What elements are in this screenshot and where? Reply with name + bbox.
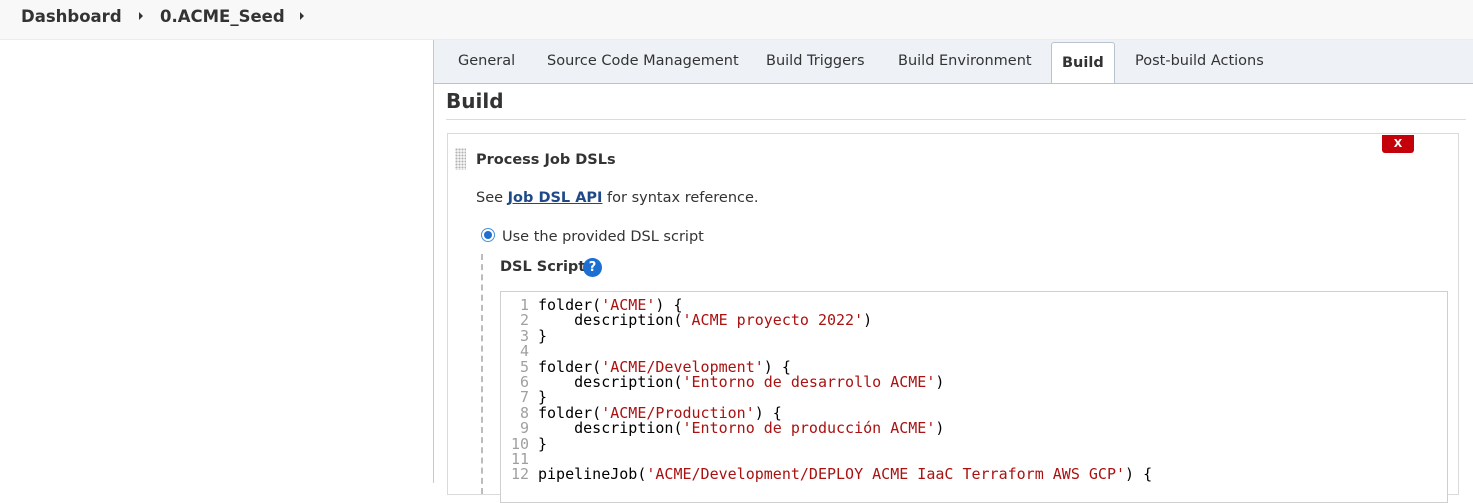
code-token: ) { xyxy=(1125,465,1153,484)
use-provided-script-radio[interactable] xyxy=(481,228,495,242)
string-token: 'ACME/Development/DEPLOY ACME IaaC Terra… xyxy=(646,465,1126,484)
drag-handle-icon[interactable] xyxy=(455,148,466,170)
config-panel: General Source Code Management Build Tri… xyxy=(433,40,1473,503)
breadcrumb-separator-icon[interactable] xyxy=(139,12,143,20)
syntax-help-text: See Job DSL API for syntax reference. xyxy=(476,190,759,206)
help-suffix: for syntax reference. xyxy=(602,190,759,206)
breadcrumb-bar: Dashboard 0.ACME_Seed xyxy=(0,0,1473,40)
string-token: 'Entorno de desarrollo ACME' xyxy=(682,372,936,391)
help-icon[interactable]: ? xyxy=(583,258,602,277)
code-token: ) xyxy=(935,372,945,391)
tab-build[interactable]: Build xyxy=(1051,42,1115,83)
code-line[interactable]: } xyxy=(538,328,1152,344)
tab-general[interactable]: General xyxy=(458,53,515,69)
delete-step-button[interactable]: X xyxy=(1382,135,1414,153)
nested-options-guide xyxy=(481,254,483,494)
breadcrumb-job[interactable]: 0.ACME_Seed xyxy=(160,7,285,26)
code-area[interactable]: folder('ACME') { description('ACME proye… xyxy=(538,297,1152,483)
help-prefix: See xyxy=(476,190,508,206)
code-line[interactable]: } xyxy=(538,436,1152,452)
tab-build-environment[interactable]: Build Environment xyxy=(898,53,1032,69)
breadcrumb-separator-icon[interactable] xyxy=(300,12,304,20)
code-token: pipelineJob( xyxy=(538,465,647,484)
use-provided-script-label[interactable]: Use the provided DSL script xyxy=(502,229,704,245)
code-line[interactable]: description('Entorno de producción ACME'… xyxy=(538,419,1152,438)
build-step-process-job-dsls: Process Job DSLs X See Job DSL API for s… xyxy=(447,133,1459,503)
code-token: ) xyxy=(935,419,945,438)
dsl-script-editor[interactable]: 1 2 3 4 5 6 7 8 9 10 11 12 folder('ACME') { descrip… xyxy=(500,291,1448,503)
code-line[interactable]: pipelineJob('ACME/Development/DEPLOY ACM… xyxy=(538,467,1152,482)
section-title: Build xyxy=(446,89,504,113)
code-line[interactable]: description('ACME proyecto 2022') xyxy=(538,313,1152,328)
tab-build-triggers[interactable]: Build Triggers xyxy=(766,53,865,69)
code-line[interactable]: description('Entorno de desarrollo ACME'… xyxy=(538,372,1152,391)
config-tabs: General Source Code Management Build Tri… xyxy=(434,40,1473,84)
section-divider xyxy=(446,119,1466,120)
line-number-gutter: 1 2 3 4 5 6 7 8 9 10 11 12 xyxy=(501,297,529,484)
breadcrumb-dashboard[interactable]: Dashboard xyxy=(21,7,122,26)
job-dsl-api-link[interactable]: Job DSL API xyxy=(508,190,603,206)
code-token: description( xyxy=(538,372,683,391)
build-step-title: Process Job DSLs xyxy=(476,152,616,168)
string-token: 'ACME proyecto 2022' xyxy=(682,311,864,330)
code-token: description( xyxy=(538,311,683,330)
line-number: 12 xyxy=(510,465,529,484)
tab-post-build-actions[interactable]: Post-build Actions xyxy=(1135,53,1264,69)
code-token: description( xyxy=(538,419,683,438)
string-token: 'Entorno de producción ACME' xyxy=(682,419,936,438)
dsl-script-label: DSL Script xyxy=(500,259,586,275)
code-token: ) xyxy=(863,311,873,330)
tab-source-code-management[interactable]: Source Code Management xyxy=(547,53,739,69)
